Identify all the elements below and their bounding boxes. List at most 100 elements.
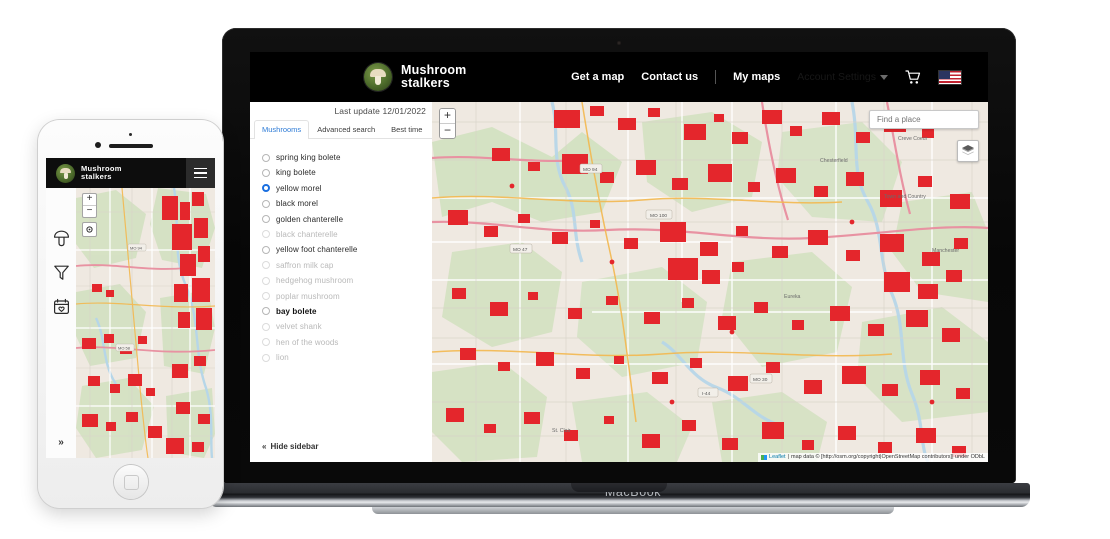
list-item[interactable]: king bolete bbox=[262, 168, 432, 177]
mobile-zoom-control[interactable]: + − bbox=[82, 193, 97, 218]
list-item-disabled: velvet shank bbox=[262, 322, 432, 331]
layers-stack-icon[interactable] bbox=[957, 140, 979, 162]
svg-text:MO 94: MO 94 bbox=[583, 167, 598, 173]
list-item-hovered[interactable]: bay bolete bbox=[262, 307, 432, 316]
tab-advanced-search[interactable]: Advanced search bbox=[309, 120, 383, 139]
radio-icon[interactable] bbox=[262, 245, 270, 254]
leaflet-map-canvas[interactable]: Creve Coeur Town and Country Eureka Ches… bbox=[432, 102, 988, 462]
zoom-in-button[interactable]: + bbox=[440, 109, 455, 124]
radio-icon[interactable] bbox=[262, 215, 270, 224]
radio-icon bbox=[262, 261, 270, 270]
list-item[interactable]: golden chanterelle bbox=[262, 215, 432, 224]
chevron-down-icon bbox=[880, 74, 888, 80]
list-item-disabled: hen of the woods bbox=[262, 338, 432, 347]
expand-rail-button[interactable]: » bbox=[46, 437, 76, 448]
home-button[interactable] bbox=[113, 465, 148, 499]
account-dropdown-label: Account Settings bbox=[797, 71, 876, 83]
proximity-sensor-icon bbox=[129, 133, 132, 136]
macbook-front-edge bbox=[372, 507, 894, 514]
leaflet-logo-icon bbox=[761, 455, 768, 460]
mobile-logo[interactable]: Mushroom stalkers bbox=[56, 163, 122, 183]
svg-text:Eureka: Eureka bbox=[784, 294, 801, 300]
mushroom-badge-icon bbox=[56, 163, 75, 183]
nav-my-maps[interactable]: My maps bbox=[733, 71, 780, 83]
locate-target-icon[interactable] bbox=[82, 222, 97, 237]
sidebar-tabs: Mushrooms Advanced search Best time bbox=[250, 119, 432, 139]
list-item-label: bay bolete bbox=[276, 306, 317, 316]
list-item-label: yellow morel bbox=[276, 183, 322, 193]
radio-icon[interactable] bbox=[262, 153, 270, 162]
mushroom-badge-icon bbox=[364, 63, 392, 91]
svg-text:Town and Country: Town and Country bbox=[884, 194, 926, 200]
svg-text:MO 30: MO 30 bbox=[753, 377, 768, 383]
iphone-screen: Mushroom stalkers » MO 94 MO 58 + − bbox=[46, 158, 215, 458]
list-item-label: lion bbox=[276, 353, 289, 363]
macbook-notch bbox=[571, 483, 667, 492]
tab-best-time[interactable]: Best time bbox=[383, 120, 430, 139]
radio-icon bbox=[262, 276, 270, 285]
list-item-label: poplar mushroom bbox=[276, 291, 340, 301]
attribution-text: map data © [http://osm.org/copyright|Ope… bbox=[790, 454, 985, 460]
list-item[interactable]: black morel bbox=[262, 199, 432, 208]
tab-mushrooms[interactable]: Mushrooms bbox=[254, 120, 310, 139]
brand-line-1: Mushroom bbox=[401, 62, 467, 77]
list-item[interactable]: spring king bolete bbox=[262, 153, 432, 162]
list-item-label: spring king bolete bbox=[276, 153, 341, 162]
iphone-device: Mushroom stalkers » MO 94 MO 58 + − bbox=[38, 120, 223, 508]
svg-text:Creve Coeur: Creve Coeur bbox=[898, 136, 928, 142]
search-input[interactable] bbox=[870, 111, 978, 128]
brand-line-2: stalkers bbox=[401, 76, 450, 90]
iphone-body: Mushroom stalkers » MO 94 MO 58 + − bbox=[38, 120, 223, 508]
radio-icon-selected[interactable] bbox=[262, 184, 270, 193]
map-container[interactable]: Creve Coeur Town and Country Eureka Ches… bbox=[432, 102, 988, 462]
list-item-label: hen of the woods bbox=[276, 337, 339, 347]
site-header: Mushroom stalkers Get a map Contact us M… bbox=[250, 52, 988, 102]
map-zoom-control[interactable]: + − bbox=[439, 108, 456, 139]
brand-name: Mushroom stalkers bbox=[401, 62, 467, 91]
mobile-map-canvas[interactable]: MO 94 MO 58 + − bbox=[76, 188, 215, 458]
nav-contact-us[interactable]: Contact us bbox=[641, 71, 698, 83]
list-item-disabled: lion bbox=[262, 353, 432, 362]
radio-icon[interactable] bbox=[262, 199, 270, 208]
mobile-tool-rail: » bbox=[46, 188, 76, 458]
nav-get-a-map[interactable]: Get a map bbox=[571, 71, 624, 83]
mushroom-icon[interactable] bbox=[53, 230, 70, 247]
radio-icon[interactable] bbox=[262, 307, 270, 316]
place-search-box[interactable] bbox=[869, 110, 979, 129]
list-item-selected[interactable]: yellow morel bbox=[262, 184, 432, 193]
hide-sidebar-button[interactable]: « Hide sidebar bbox=[262, 442, 318, 451]
chevron-double-left-icon: « bbox=[262, 442, 267, 451]
svg-text:MO 94: MO 94 bbox=[130, 245, 143, 250]
mobile-header: Mushroom stalkers bbox=[46, 158, 215, 188]
attribution-separator: | bbox=[787, 454, 789, 460]
radio-icon[interactable] bbox=[262, 168, 270, 177]
hamburger-menu-icon[interactable] bbox=[186, 158, 215, 188]
app-body: Last update 12/01/2022 Mushrooms Advance… bbox=[250, 102, 988, 462]
mobile-brand-line-2: stalkers bbox=[81, 172, 112, 181]
account-dropdown[interactable]: Account Settings bbox=[797, 71, 888, 83]
list-item-disabled: black chanterelle bbox=[262, 230, 432, 239]
macbook-lid: Mushroom stalkers Get a map Contact us M… bbox=[222, 28, 1016, 483]
main-navigation: Get a map Contact us My maps Account Set… bbox=[571, 69, 970, 85]
list-item[interactable]: yellow foot chanterelle bbox=[262, 245, 432, 254]
filter-funnel-icon[interactable] bbox=[53, 264, 70, 281]
svg-text:St. Clair: St. Clair bbox=[552, 428, 571, 434]
zoom-out-button[interactable]: − bbox=[440, 124, 455, 138]
list-item-label: black morel bbox=[276, 199, 319, 209]
list-item-label: king bolete bbox=[276, 168, 316, 178]
site-logo[interactable]: Mushroom stalkers bbox=[364, 63, 467, 91]
list-item-label: saffron milk cap bbox=[276, 260, 334, 270]
map-attribution: Leaflet | map data © [http://osm.org/cop… bbox=[758, 453, 988, 462]
hide-sidebar-label: Hide sidebar bbox=[270, 442, 319, 451]
svg-text:MO 58: MO 58 bbox=[118, 345, 131, 350]
mobile-zoom-out-button[interactable]: − bbox=[83, 206, 96, 217]
mockup-stage: Mushroom stalkers Get a map Contact us M… bbox=[0, 0, 1110, 539]
list-item-disabled: saffron milk cap bbox=[262, 261, 432, 270]
svg-text:I-44: I-44 bbox=[702, 391, 711, 397]
us-flag-icon[interactable] bbox=[938, 69, 962, 85]
leaflet-link[interactable]: Leaflet bbox=[769, 453, 786, 462]
shopping-cart-icon[interactable] bbox=[905, 69, 921, 85]
calendar-heart-icon[interactable] bbox=[53, 298, 70, 315]
nav-divider bbox=[715, 70, 717, 84]
radio-icon bbox=[262, 230, 270, 239]
